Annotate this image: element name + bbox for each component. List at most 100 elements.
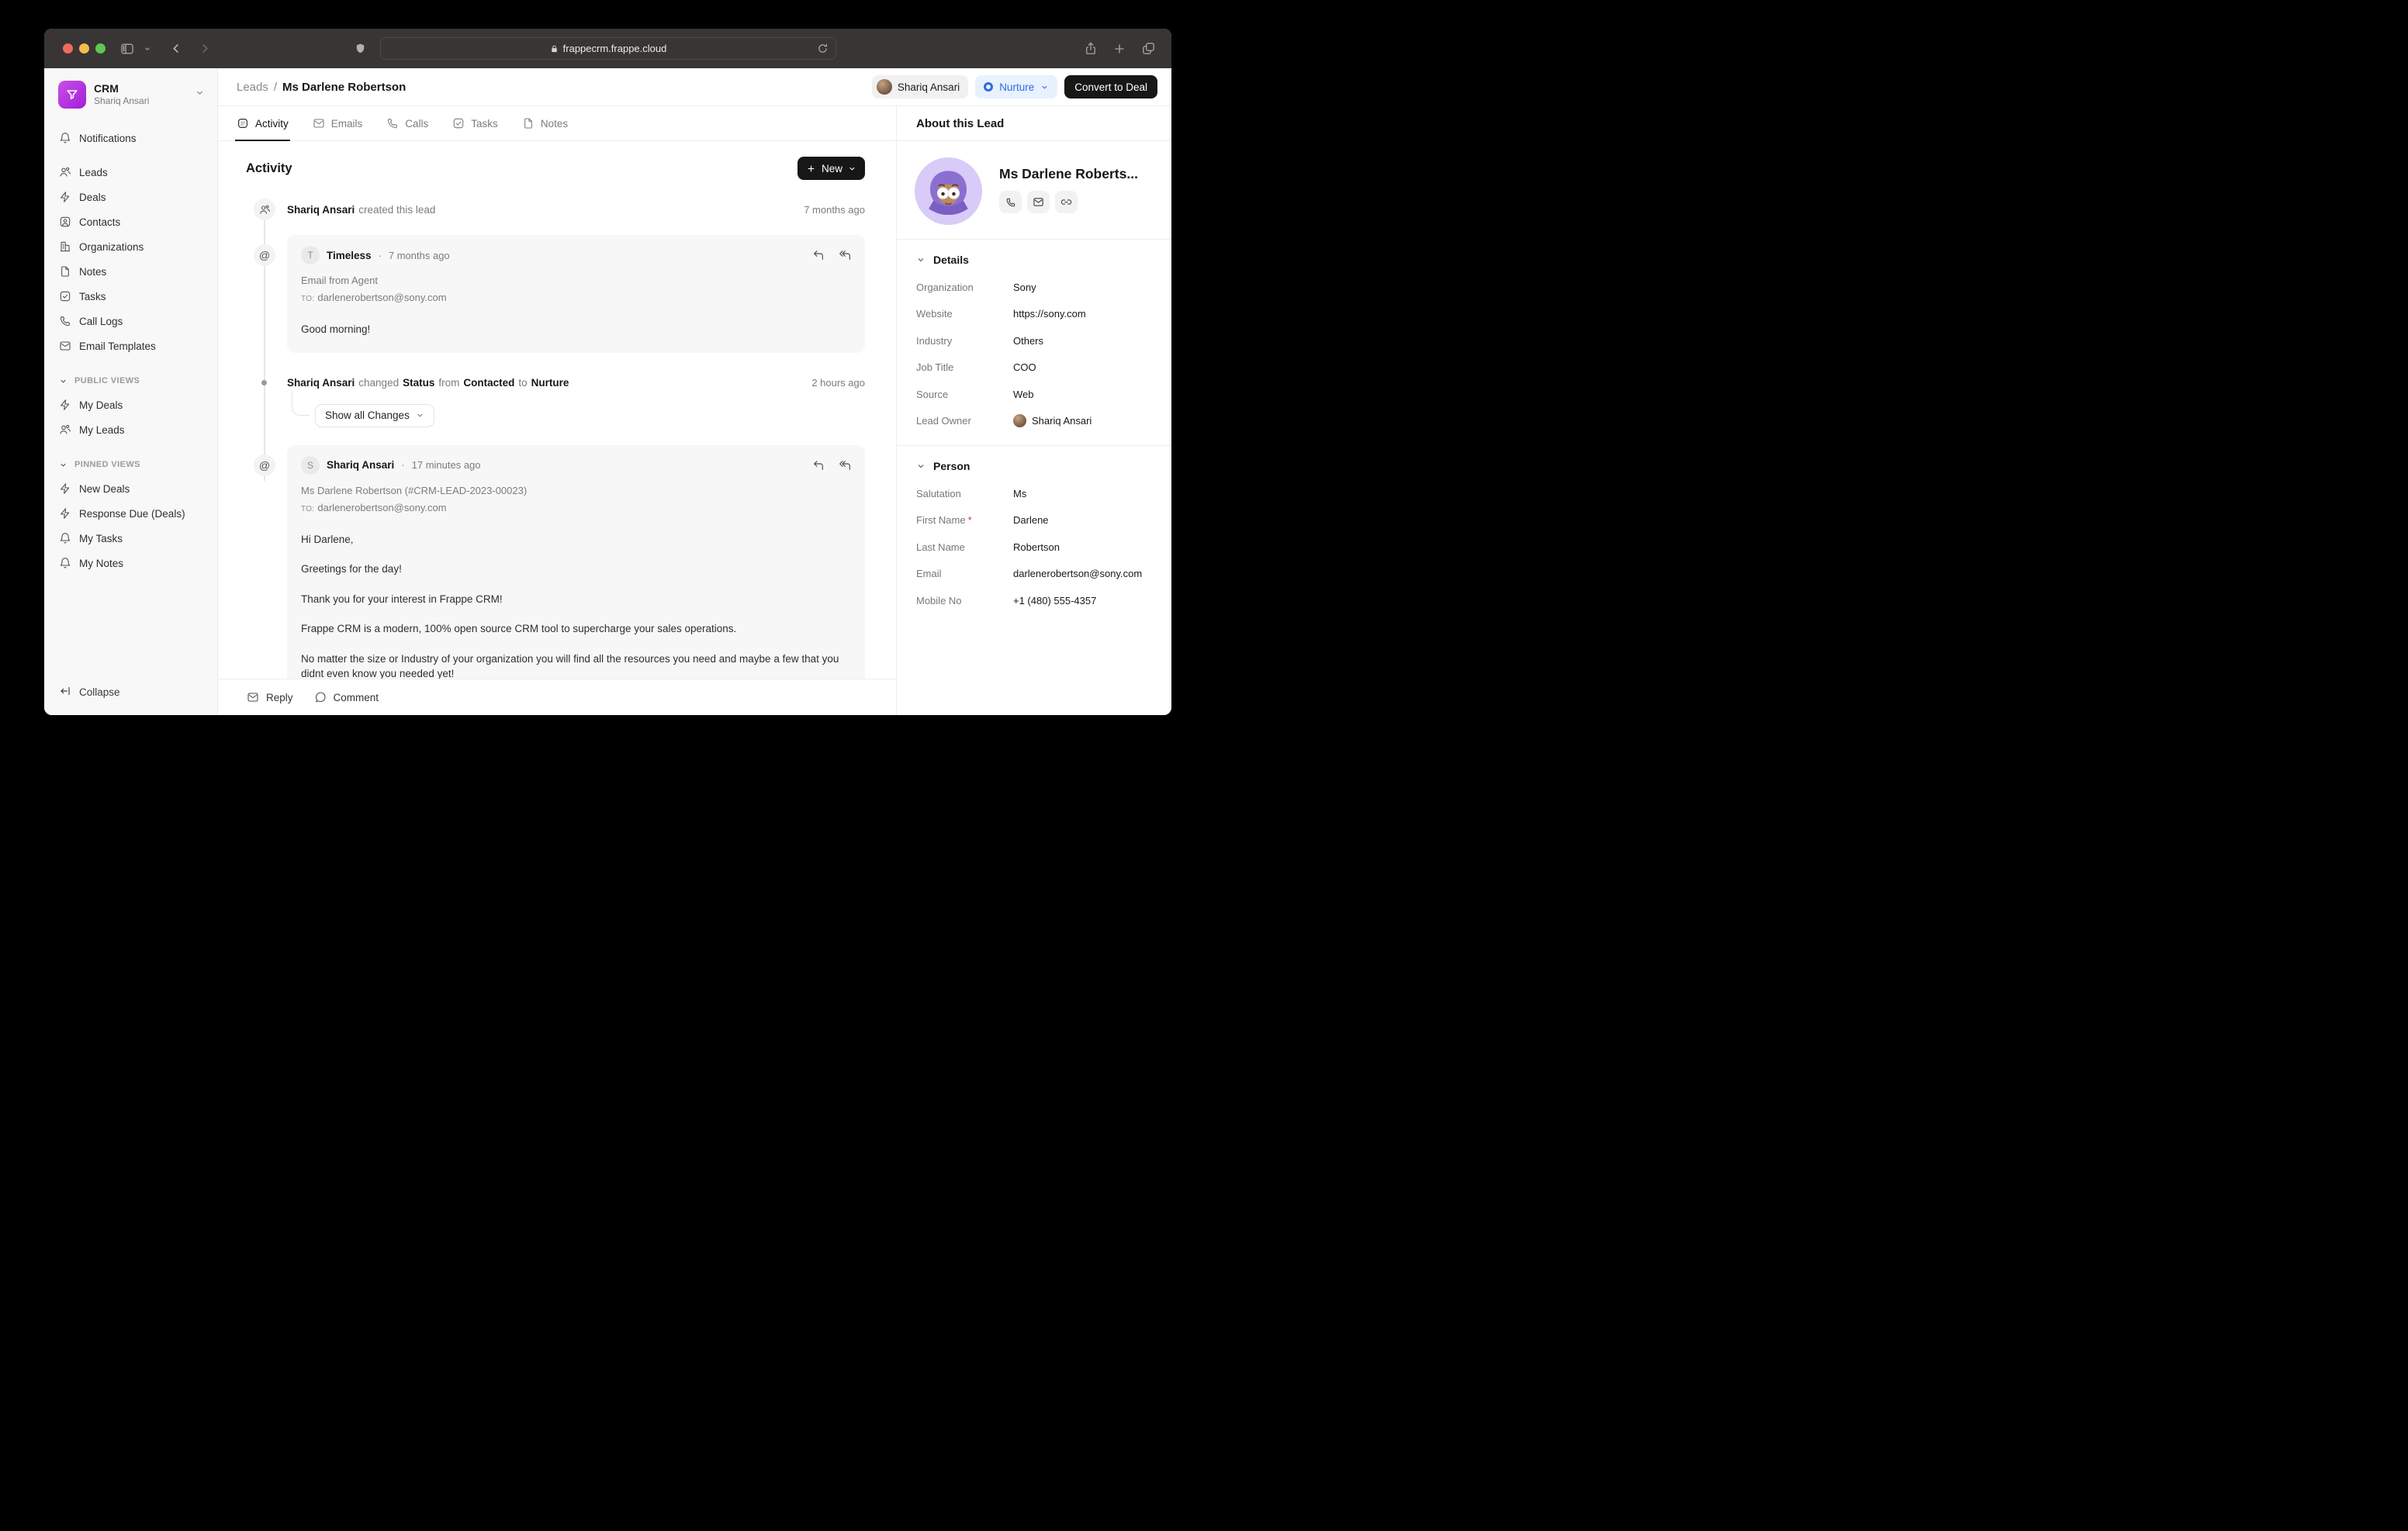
email-lead-button[interactable]: [1027, 191, 1050, 213]
chevron-down-icon: [848, 164, 856, 173]
tab-tasks[interactable]: Tasks: [452, 106, 498, 140]
field-value[interactable]: +1 (480) 555-4357: [1013, 595, 1159, 607]
comment-bubble-icon: [314, 691, 327, 703]
reply-icon[interactable]: [812, 249, 825, 261]
sidebar-item-label: My Deals: [79, 399, 123, 411]
sidebar-item-response-due-deals[interactable]: Response Due (Deals): [52, 501, 209, 526]
field-value[interactable]: Others: [1013, 335, 1159, 347]
event-action: created this lead: [358, 204, 435, 216]
browser-sidebar-toggle-icon[interactable]: [119, 41, 135, 57]
event-actor: Shariq Ansari: [287, 204, 355, 216]
browser-forward-button[interactable]: [198, 42, 211, 55]
new-tab-icon[interactable]: [1112, 42, 1126, 56]
sender-name: Shariq Ansari: [327, 459, 394, 471]
field-value[interactable]: Web: [1013, 389, 1159, 400]
sidebar-collapse-button[interactable]: Collapse: [52, 679, 209, 704]
status-label: Nurture: [999, 81, 1034, 93]
breadcrumb-current: Ms Darlene Robertson: [282, 81, 406, 94]
person-section-header[interactable]: Person: [916, 452, 1159, 480]
window-minimize-button[interactable]: [79, 43, 89, 54]
sidebar-item-label: Contacts: [79, 216, 120, 228]
lead-status-dropdown[interactable]: Nurture: [975, 75, 1057, 98]
sidebar-item-my-leads[interactable]: My Leads: [52, 417, 209, 442]
section-pinned-views[interactable]: PINNED VIEWS: [52, 453, 209, 476]
envelope-icon: [247, 691, 259, 703]
tab-overview-icon[interactable]: [1141, 41, 1156, 56]
field-value[interactable]: COO: [1013, 361, 1159, 373]
field-row: Job Title COO: [916, 354, 1159, 382]
sidebar-toggle-chevron-icon[interactable]: [144, 45, 151, 53]
envelope-icon: [59, 340, 71, 352]
person-section: Person Salutation Ms First Name* Darlene: [897, 445, 1171, 625]
dot-separator: ·: [401, 459, 404, 471]
dot-separator: ·: [379, 250, 382, 261]
field-value[interactable]: Robertson: [1013, 541, 1159, 553]
field-row: Website https://sony.com: [916, 301, 1159, 328]
phone-icon: [1005, 197, 1016, 208]
section-title: Person: [933, 460, 970, 472]
breadcrumb-parent[interactable]: Leads: [237, 81, 268, 94]
sidebar-item-label: New Deals: [79, 483, 130, 495]
reload-icon[interactable]: [817, 43, 829, 57]
field-label: Lead Owner: [916, 415, 1013, 427]
reply-button[interactable]: Reply: [247, 691, 293, 703]
tab-activity[interactable]: Activity: [237, 106, 289, 140]
email-body-text: No matter the size or Industry of your o…: [301, 651, 851, 682]
details-section-header[interactable]: Details: [916, 246, 1159, 274]
sidebar-item-email-templates[interactable]: Email Templates: [52, 334, 209, 358]
sidebar-item-my-tasks[interactable]: My Tasks: [52, 526, 209, 551]
new-activity-button[interactable]: New: [797, 157, 865, 180]
field-label: Organization: [916, 282, 1013, 293]
field-value-lead-owner[interactable]: Shariq Ansari: [1013, 414, 1159, 427]
share-icon[interactable]: [1084, 41, 1098, 56]
sidebar-item-my-deals[interactable]: My Deals: [52, 392, 209, 417]
sidebar-item-notes[interactable]: Notes: [52, 259, 209, 284]
sidebar-item-label: Leads: [79, 167, 108, 178]
sidebar-item-deals[interactable]: Deals: [52, 185, 209, 209]
convert-to-deal-button[interactable]: Convert to Deal: [1064, 75, 1157, 98]
lead-detail-panel: Ms Darlene Roberts...: [896, 141, 1171, 715]
event-to-word: to: [518, 377, 527, 389]
section-public-views[interactable]: PUBLIC VIEWS: [52, 369, 209, 392]
sidebar-item-notifications[interactable]: Notifications: [52, 126, 209, 150]
sidebar-item-label: Email Templates: [79, 340, 156, 352]
sidebar-item-tasks[interactable]: Tasks: [52, 284, 209, 309]
window-close-button[interactable]: [63, 43, 73, 54]
window-zoom-button[interactable]: [95, 43, 106, 54]
reply-all-icon[interactable]: [839, 249, 851, 261]
sidebar-item-leads[interactable]: Leads: [52, 160, 209, 185]
field-value[interactable]: Sony: [1013, 282, 1159, 293]
sidebar-item-new-deals[interactable]: New Deals: [52, 476, 209, 501]
address-bar[interactable]: frappecrm.frappe.cloud: [380, 37, 836, 60]
sidebar-item-organizations[interactable]: Organizations: [52, 234, 209, 259]
reply-all-icon[interactable]: [839, 459, 851, 472]
reply-icon[interactable]: [812, 459, 825, 472]
field-value[interactable]: darlenerobertson@sony.com: [1013, 568, 1159, 579]
privacy-shield-icon[interactable]: [355, 42, 366, 55]
browser-window: frappecrm.frappe.cloud: [44, 29, 1171, 715]
tab-calls[interactable]: Calls: [386, 106, 428, 140]
field-value[interactable]: Darlene: [1013, 514, 1159, 526]
comment-button[interactable]: Comment: [314, 691, 379, 703]
lead-name: Ms Darlene Roberts...: [999, 166, 1156, 182]
email-body: Hi Darlene, Greetings for the day! Thank…: [301, 532, 851, 682]
show-all-changes-button[interactable]: Show all Changes: [315, 404, 434, 427]
field-value[interactable]: https://sony.com: [1013, 308, 1159, 320]
call-lead-button[interactable]: [999, 191, 1022, 213]
composer-bar: Reply Comment: [218, 679, 896, 715]
copy-link-button[interactable]: [1055, 191, 1078, 213]
tab-label: Emails: [331, 118, 363, 130]
sidebar-item-call-logs[interactable]: Call Logs: [52, 309, 209, 334]
field-value[interactable]: Ms: [1013, 488, 1159, 499]
sidebar-item-contacts[interactable]: Contacts: [52, 209, 209, 234]
tab-label: Activity: [255, 118, 289, 130]
assignee-chip[interactable]: Shariq Ansari: [872, 75, 968, 98]
sidebar-item-label: My Tasks: [79, 533, 123, 544]
tab-emails[interactable]: Emails: [313, 106, 363, 140]
sidebar-item-my-notes[interactable]: My Notes: [52, 551, 209, 575]
tab-label: Notes: [541, 118, 568, 130]
app-switcher[interactable]: CRM Shariq Ansari: [52, 76, 209, 113]
envelope-icon: [1033, 196, 1044, 208]
browser-back-button[interactable]: [170, 42, 183, 55]
tab-notes[interactable]: Notes: [522, 106, 568, 140]
